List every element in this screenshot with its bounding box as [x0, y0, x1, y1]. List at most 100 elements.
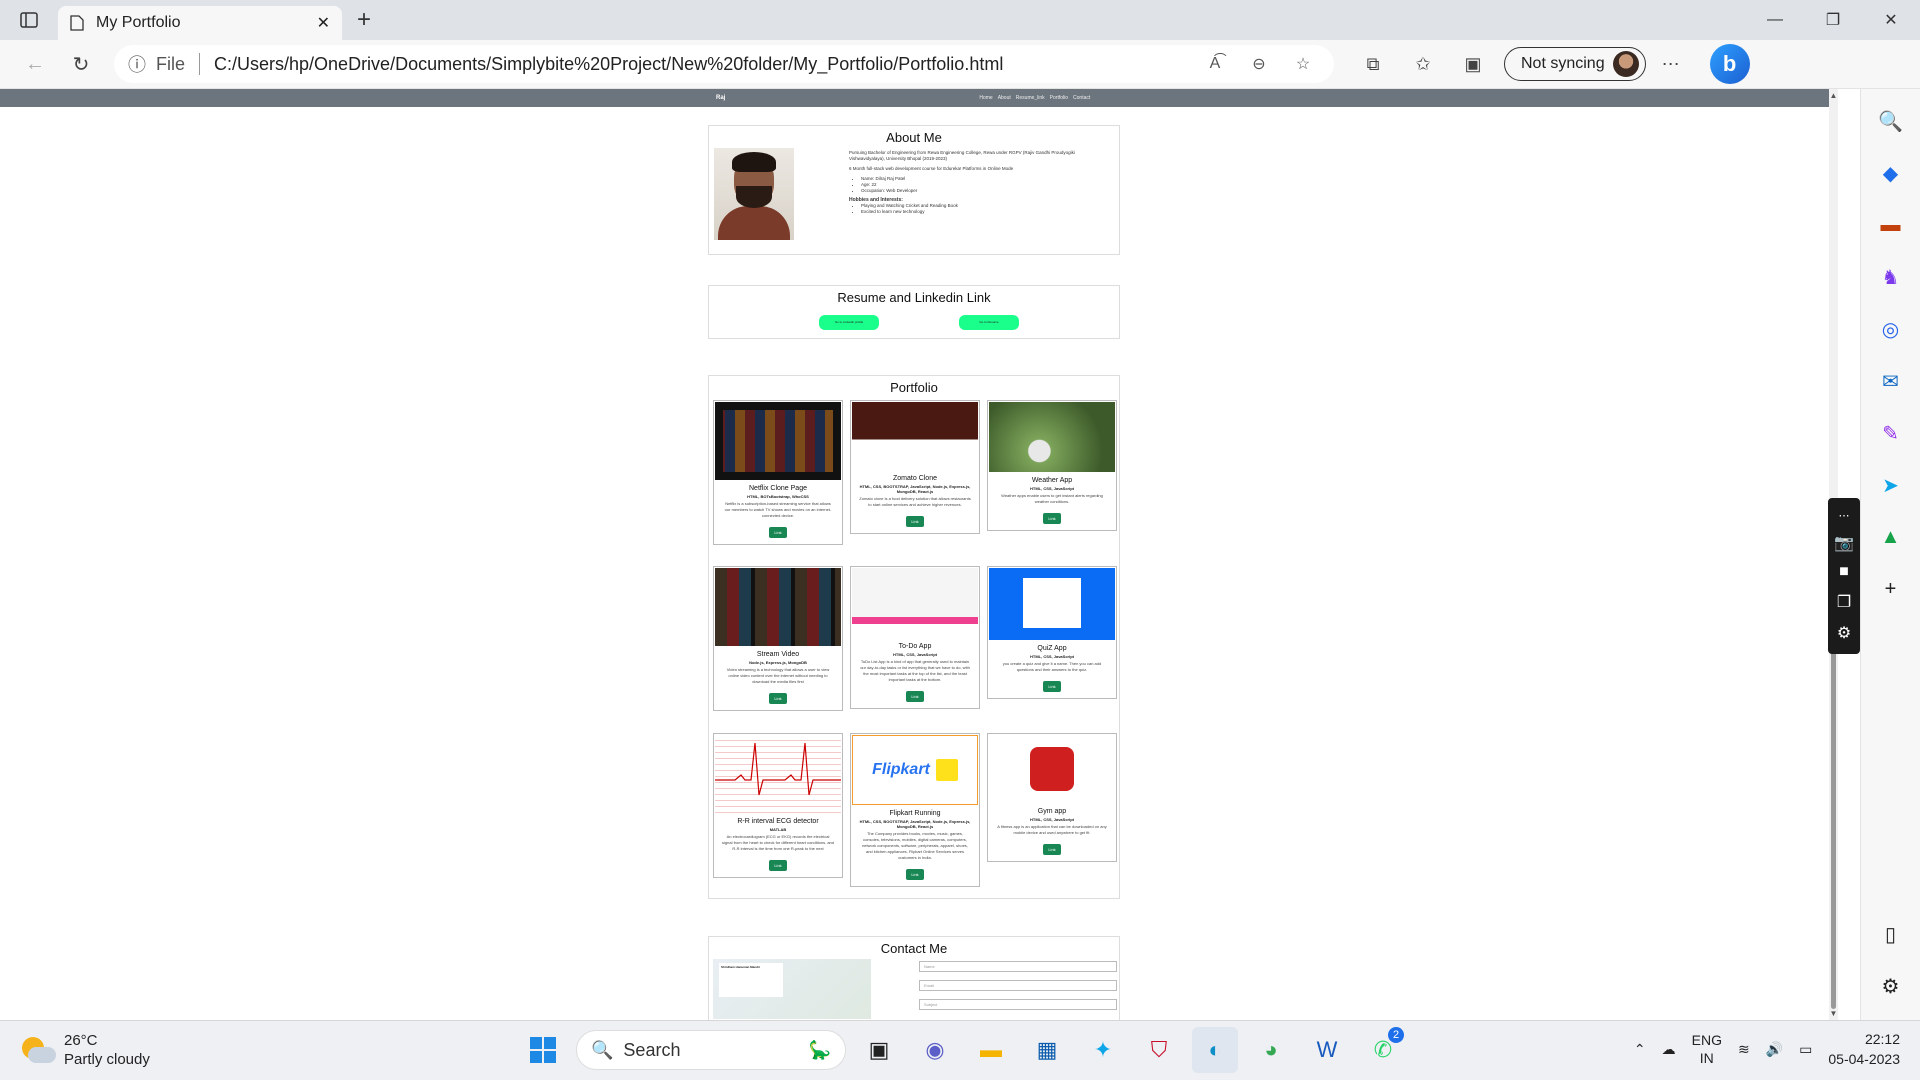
- capture-toolbar: ⋯ 📷 ■ ❐ ⚙: [1828, 498, 1860, 654]
- nav-contact[interactable]: Contact: [1073, 95, 1090, 101]
- subject-field[interactable]: Subject: [919, 999, 1117, 1010]
- about-title: About Me: [886, 130, 942, 145]
- close-tab-icon[interactable]: ✕: [317, 13, 330, 33]
- tips-icon[interactable]: ✦: [1080, 1027, 1126, 1073]
- shopping-tag-icon[interactable]: ◆: [1871, 153, 1911, 193]
- camera-icon[interactable]: 📷: [1834, 533, 1854, 553]
- scroll-down-icon[interactable]: ▼: [1829, 1009, 1838, 1018]
- tree-icon[interactable]: ▲: [1871, 517, 1911, 557]
- nav-about[interactable]: About: [998, 95, 1011, 101]
- battery-icon[interactable]: ▭: [1799, 1041, 1812, 1058]
- map-place-name: Shridham Hanuman Mandir: [721, 965, 761, 969]
- language-indicator[interactable]: ENG IN: [1692, 1031, 1722, 1067]
- nav-home[interactable]: Home: [979, 95, 992, 101]
- project-desc: Zomato clone is a food delivery solution…: [859, 496, 971, 507]
- profile-avatar: [1612, 51, 1639, 77]
- nav-resume[interactable]: Resume_link: [1016, 95, 1045, 101]
- back-button[interactable]: ←: [12, 44, 58, 84]
- mcafee-icon[interactable]: ⛉: [1136, 1027, 1182, 1073]
- bing-copilot-icon[interactable]: b: [1709, 44, 1750, 84]
- zoom-out-icon[interactable]: ⊖: [1242, 54, 1276, 74]
- tools-icon[interactable]: ▬: [1871, 205, 1911, 245]
- teams-chat-icon[interactable]: ◉: [912, 1027, 958, 1073]
- scroll-thumb[interactable]: [1831, 649, 1836, 1009]
- add-favorite-icon[interactable]: ☆: [1286, 54, 1320, 74]
- temperature: 26°C: [64, 1032, 98, 1049]
- onedrive-icon[interactable]: ☁: [1662, 1041, 1676, 1058]
- clock[interactable]: 22:12 05-04-2023: [1828, 1029, 1900, 1069]
- resume-button[interactable]: Go to Resume: [959, 315, 1019, 330]
- linkedin-button[interactable]: Go to Linkedin profile: [819, 315, 879, 330]
- project-link-button[interactable]: Link: [1043, 681, 1061, 692]
- whatsapp-icon[interactable]: ✆ 2: [1360, 1027, 1406, 1073]
- project-link-button[interactable]: Link: [906, 691, 924, 702]
- project-desc: An electrocardiogram (ECG or EKG) record…: [722, 834, 834, 851]
- volume-icon[interactable]: 🔊: [1766, 1041, 1783, 1058]
- project-title: Netflix Clone Page: [749, 485, 807, 492]
- add-icon[interactable]: +: [1871, 569, 1911, 609]
- project-link-button[interactable]: Link: [1043, 844, 1061, 855]
- games-icon[interactable]: ♞: [1871, 257, 1911, 297]
- profile-photo: [714, 148, 794, 240]
- project-card: Flipkart Flipkart Running HTML, CSS, BOO…: [850, 733, 980, 887]
- refresh-button[interactable]: ↻: [58, 44, 104, 84]
- tab-actions-button[interactable]: [0, 0, 58, 40]
- outlook-icon[interactable]: ✉: [1871, 361, 1911, 401]
- omnibox[interactable]: ⓘ File C:/Users/hp/OneDrive/Documents/Si…: [114, 45, 1334, 83]
- read-aloud-icon[interactable]: A͡: [1198, 55, 1232, 73]
- microsoft-store-icon[interactable]: ▦: [1024, 1027, 1070, 1073]
- project-link-button[interactable]: Link: [906, 869, 924, 880]
- more-menu-icon[interactable]: ⋯: [1646, 44, 1696, 84]
- start-button[interactable]: [520, 1027, 566, 1073]
- designer-icon[interactable]: ✎: [1871, 413, 1911, 453]
- file-explorer-icon[interactable]: ▬: [968, 1027, 1014, 1073]
- embedded-map[interactable]: Shridham Hanuman Mandir: [713, 959, 871, 1019]
- site-brand[interactable]: Raj: [716, 95, 725, 101]
- settings-gear-icon[interactable]: ⚙: [1837, 623, 1851, 643]
- search-icon[interactable]: 🔍: [1871, 101, 1911, 141]
- whatsapp-badge: 2: [1388, 1027, 1404, 1043]
- project-link-button[interactable]: Link: [906, 516, 924, 527]
- video-icon[interactable]: ■: [1839, 563, 1849, 581]
- microsoft-365-icon[interactable]: ◎: [1871, 309, 1911, 349]
- page-viewport: Raj Home About Resume_link Portfolio Con…: [0, 89, 1838, 1020]
- restore-button[interactable]: ❐: [1804, 0, 1862, 40]
- browser-tab[interactable]: My Portfolio ✕: [58, 6, 342, 40]
- project-card: Gym app HTML, CSS, JavaScript A fitness …: [987, 733, 1117, 862]
- project-link-button[interactable]: Link: [1043, 513, 1061, 524]
- project-thumbnail-netflix: [715, 402, 841, 480]
- project-link-button[interactable]: Link: [769, 527, 787, 538]
- windows-icon[interactable]: ❐: [1837, 592, 1851, 612]
- close-window-button[interactable]: ✕: [1862, 0, 1920, 40]
- word-icon[interactable]: W: [1304, 1027, 1350, 1073]
- taskbar: 26°C Partly cloudy 🔍 Search 🦕 ▣ ◉ ▬ ▦ ✦ …: [0, 1020, 1920, 1080]
- toolbar-grip-icon[interactable]: ⋯: [1839, 509, 1850, 522]
- project-link-button[interactable]: Link: [769, 860, 787, 871]
- favorites-icon[interactable]: ✩: [1398, 44, 1448, 84]
- nav-portfolio[interactable]: Portfolio: [1050, 95, 1068, 101]
- edge-icon[interactable]: ◐: [1192, 1027, 1238, 1073]
- send-icon[interactable]: ➤: [1871, 465, 1911, 505]
- chevron-up-icon[interactable]: ⌃: [1634, 1041, 1646, 1058]
- about-course: 6 Month full-stack web development cours…: [849, 166, 1014, 171]
- project-thumbnail-gym: [989, 735, 1115, 803]
- resume-title: Resume and Linkedin Link: [837, 290, 991, 305]
- extensions-icon[interactable]: ⧉: [1348, 44, 1398, 84]
- url-text[interactable]: C:/Users/hp/OneDrive/Documents/Simplybit…: [214, 54, 1188, 75]
- split-screen-icon[interactable]: ▯: [1871, 914, 1911, 954]
- info-icon[interactable]: ⓘ: [128, 51, 146, 77]
- minimize-button[interactable]: —: [1746, 0, 1804, 40]
- project-link-button[interactable]: Link: [769, 693, 787, 704]
- scroll-up-icon[interactable]: ▲: [1829, 91, 1838, 100]
- wifi-icon[interactable]: ≋: [1738, 1041, 1750, 1058]
- collections-icon[interactable]: ▣: [1448, 44, 1498, 84]
- name-field[interactable]: Name: [919, 961, 1117, 972]
- weather-widget[interactable]: 26°C Partly cloudy: [20, 1031, 150, 1069]
- profile-button[interactable]: Not syncing: [1504, 47, 1646, 81]
- task-view-icon[interactable]: ▣: [856, 1027, 902, 1073]
- sidebar-settings-icon[interactable]: ⚙: [1871, 966, 1911, 1006]
- new-tab-button[interactable]: +: [342, 0, 386, 40]
- taskbar-search[interactable]: 🔍 Search 🦕: [576, 1030, 846, 1070]
- chrome-icon[interactable]: ◕: [1248, 1027, 1294, 1073]
- email-field[interactable]: Email: [919, 980, 1117, 991]
